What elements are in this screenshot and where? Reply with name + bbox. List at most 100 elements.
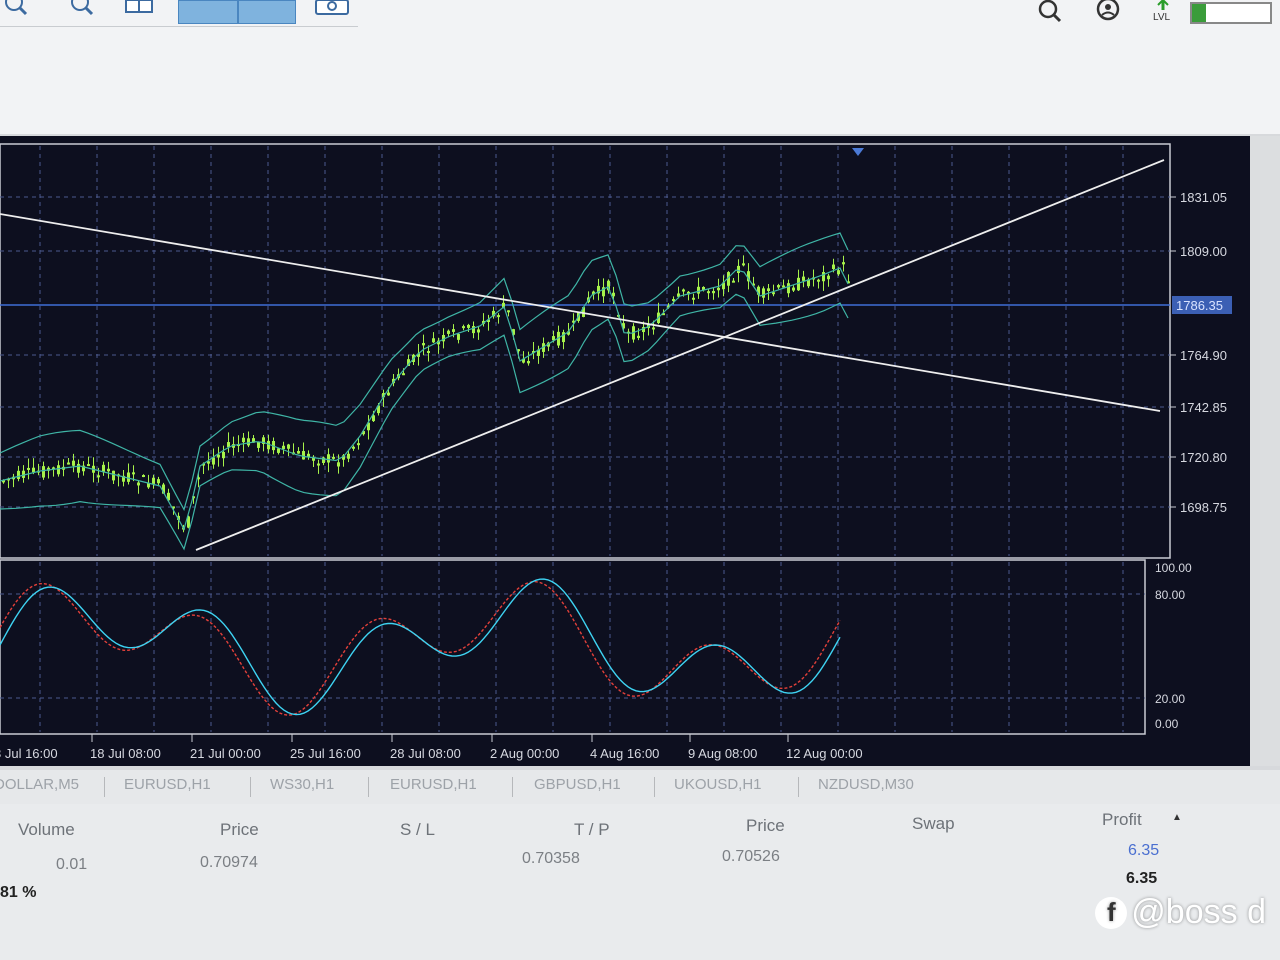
candle-body	[142, 475, 145, 478]
time-axis-label: 25 Jul 16:00	[290, 746, 361, 761]
candle-body	[827, 275, 830, 280]
toolbar: LVL	[0, 0, 1280, 134]
row-tp: 0.70358	[522, 850, 580, 867]
tab-separator	[798, 777, 799, 797]
candle-body	[472, 326, 475, 334]
candle-body	[652, 327, 655, 330]
candle-body	[327, 454, 330, 463]
period-separator-icon[interactable]	[178, 0, 238, 24]
candle-body	[72, 460, 75, 466]
account-icon[interactable]	[1094, 0, 1122, 30]
tab-eurusd-h1[interactable]: EURUSD,H1	[124, 776, 211, 793]
candle-body	[157, 479, 160, 484]
candle-body	[457, 334, 460, 340]
chart-tabs: DOLLAR,M5 EURUSD,H1 WS30,H1 EURUSD,H1 GB…	[0, 770, 1280, 804]
candle-body	[87, 464, 90, 467]
candle-body	[462, 326, 465, 329]
candle-body	[27, 467, 30, 470]
candle-body	[452, 329, 455, 332]
row-volume: 0.01	[56, 856, 88, 873]
tab-eurusd-h1-2[interactable]: EURUSD,H1	[390, 776, 477, 793]
candle-body	[287, 444, 290, 449]
tab-separator	[654, 777, 655, 797]
margin-level: 81 %	[0, 884, 37, 901]
facebook-icon: f	[1095, 896, 1128, 929]
zoom-in-icon[interactable]	[2, 0, 32, 18]
candle-body	[507, 310, 510, 313]
time-axis-label: 28 Jul 08:00	[390, 746, 461, 761]
col-sl[interactable]: S / L	[400, 820, 435, 840]
col-profit[interactable]: Profit	[1102, 810, 1142, 830]
candle-body	[107, 468, 110, 472]
candle-body	[402, 373, 405, 376]
bollinger-upper-band	[0, 232, 849, 512]
candle-body	[447, 330, 450, 334]
candle-body	[817, 279, 820, 282]
tile-windows-icon[interactable]	[124, 0, 154, 18]
col-price[interactable]: Price	[220, 820, 259, 840]
candle-body	[682, 289, 685, 292]
candle-body	[712, 290, 715, 294]
time-axis-label: 9 Aug 08:00	[688, 746, 757, 761]
candle-body	[337, 462, 340, 467]
row-current-price: 0.70526	[722, 848, 780, 865]
tab-separator	[368, 777, 369, 797]
candle-body	[832, 264, 835, 270]
candle-body	[137, 482, 140, 486]
candle-body	[497, 315, 500, 318]
price-chart[interactable]: 1831.05 1809.00 1786.35 1764.90 1742.85 1720.…	[0, 136, 1250, 766]
candle-body	[467, 324, 470, 328]
candle-body	[302, 451, 305, 460]
oscillator-axis-label: 80.00	[1155, 588, 1185, 602]
candle-body	[822, 272, 825, 282]
col-volume[interactable]: Volume	[18, 820, 75, 840]
candle-body	[692, 297, 695, 300]
tab-ukousd-h1[interactable]: UKOUSD,H1	[674, 776, 762, 793]
main-plot-border	[0, 143, 1171, 559]
candle-body	[737, 265, 740, 274]
price-axis-label: 1698.75	[1180, 500, 1227, 515]
candle-body	[802, 276, 805, 281]
watermark: f @boss d	[1095, 893, 1266, 932]
tab-separator	[104, 777, 105, 797]
screen-edge	[1250, 136, 1280, 766]
time-axis-label: 3 Jul 16:00	[0, 746, 58, 761]
col-current-price[interactable]: Price	[746, 816, 785, 836]
sort-arrow-icon[interactable]: ▲	[1172, 812, 1182, 823]
candle-body	[212, 457, 215, 465]
candle-body	[67, 462, 70, 465]
candle-body	[282, 445, 285, 450]
candle-body	[17, 470, 20, 479]
chart-window[interactable]: 1831.05 1809.00 1786.35 1764.90 1742.85 1720.…	[0, 136, 1250, 766]
tab-ws30-h1[interactable]: WS30,H1	[270, 776, 334, 793]
candle-body	[732, 280, 735, 283]
zoom-out-icon[interactable]	[68, 0, 98, 18]
screenshot-icon[interactable]	[312, 0, 352, 18]
candle-body	[132, 472, 135, 475]
chart-shift-icon[interactable]	[238, 0, 296, 24]
candle-body	[792, 287, 795, 291]
level-meter	[1190, 2, 1272, 24]
price-axis-label: 1831.05	[1180, 190, 1227, 205]
tab-dollar-m5[interactable]: DOLLAR,M5	[0, 776, 79, 793]
candle-body	[782, 285, 785, 288]
tab-separator	[512, 777, 513, 797]
tab-nzdusd-m30[interactable]: NZDUSD,M30	[818, 776, 914, 793]
candle-body	[152, 477, 155, 484]
col-swap[interactable]: Swap	[912, 814, 955, 834]
candle-body	[357, 443, 360, 446]
tab-separator	[250, 777, 251, 797]
candle-body	[422, 343, 425, 346]
level-meter-fill	[1192, 4, 1207, 22]
toolbar-divider	[0, 26, 358, 27]
oscillator-axis-label: 0.00	[1155, 717, 1179, 731]
candle-body	[317, 463, 320, 466]
candle-body	[247, 438, 250, 446]
search-icon[interactable]	[1036, 0, 1064, 30]
price-axis-label: 1809.00	[1180, 244, 1227, 259]
candle-body	[32, 467, 35, 473]
col-tp[interactable]: T / P	[574, 820, 610, 840]
bollinger-lower-band	[0, 293, 849, 551]
oscillator-axis-label: 20.00	[1155, 692, 1185, 706]
tab-gbpusd-h1[interactable]: GBPUSD,H1	[534, 776, 621, 793]
